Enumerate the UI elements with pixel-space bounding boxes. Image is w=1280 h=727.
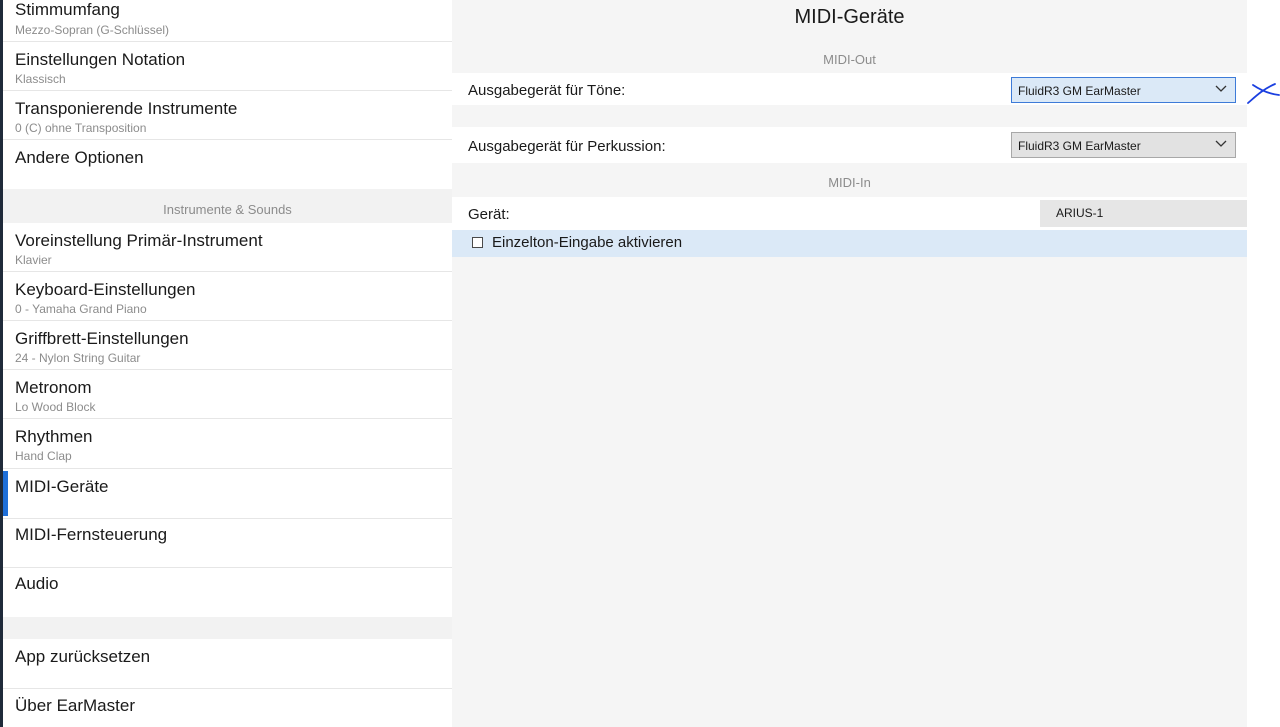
- sidebar-item-title: App zurücksetzen: [15, 647, 151, 666]
- sidebar-item-title: MIDI-Fernsteuerung: [15, 525, 168, 544]
- percussion-output-label: Ausgabegerät für Perkussion:: [468, 138, 666, 155]
- percussion-output-value: FluidR3 GM EarMaster: [1018, 139, 1141, 153]
- sidebar-item-andere-optionen[interactable]: Andere Optionen: [3, 140, 452, 189]
- chevron-down-icon: [1215, 140, 1227, 147]
- single-note-checkbox[interactable]: [472, 237, 483, 248]
- settings-sidebar: Stimmumfang Mezzo-Sopran (G-Schlüssel) E…: [3, 0, 452, 727]
- sidebar-item-midi-geraete[interactable]: MIDI-Geräte: [3, 469, 452, 519]
- sidebar-item-app-zuruecksetzen[interactable]: App zurücksetzen: [3, 639, 452, 689]
- sidebar-item-transponierende-instrumente[interactable]: Transponierende Instrumente 0 (C) ohne T…: [3, 91, 452, 140]
- sidebar-item-subtitle: Hand Clap: [15, 449, 72, 463]
- sidebar-item-subtitle: Klassisch: [15, 72, 66, 86]
- section-title-midi-out: MIDI-Out: [823, 52, 876, 67]
- right-margin: [1247, 0, 1280, 727]
- sidebar-item-metronom[interactable]: Metronom Lo Wood Block: [3, 370, 452, 419]
- input-device-value: ARIUS-1: [1056, 206, 1104, 220]
- single-note-label: Einzelton-Eingabe aktivieren: [492, 234, 683, 251]
- section-spacer: [3, 617, 452, 639]
- tone-output-value: FluidR3 GM EarMaster: [1018, 84, 1141, 98]
- section-title-instrumente-sounds: Instrumente & Sounds: [163, 202, 292, 217]
- sidebar-item-subtitle: Mezzo-Sopran (G-Schlüssel): [15, 23, 170, 37]
- tone-output-label: Ausgabegerät für Töne:: [468, 82, 626, 99]
- sidebar-item-ueber-earmaster[interactable]: Über EarMaster: [3, 689, 452, 727]
- sidebar-item-title: Metronom: [15, 378, 92, 397]
- sidebar-item-voreinstellung-primaer-instrument[interactable]: Voreinstellung Primär-Instrument Klavier: [3, 223, 452, 272]
- sidebar-item-subtitle: 24 - Nylon String Guitar: [15, 351, 141, 365]
- sidebar-item-title: Audio: [15, 574, 59, 593]
- section-title-midi-in: MIDI-In: [828, 175, 871, 190]
- page-title: MIDI-Geräte: [794, 6, 905, 28]
- percussion-output-select[interactable]: FluidR3 GM EarMaster: [1011, 132, 1236, 158]
- sidebar-item-einstellungen-notation[interactable]: Einstellungen Notation Klassisch: [3, 42, 452, 91]
- section-header: Instrumente & Sounds: [3, 189, 452, 223]
- chevron-down-icon: [1215, 85, 1227, 92]
- sidebar-item-title: Voreinstellung Primär-Instrument: [15, 231, 263, 250]
- sidebar-item-audio[interactable]: Audio: [3, 568, 452, 617]
- sidebar-item-subtitle: Lo Wood Block: [15, 400, 96, 414]
- sidebar-item-stimmumfang[interactable]: Stimmumfang Mezzo-Sopran (G-Schlüssel): [3, 0, 452, 42]
- midi-devices-panel: MIDI-Geräte MIDI-Out Ausgabegerät für Tö…: [452, 0, 1247, 727]
- sidebar-item-griffbrett-einstellungen[interactable]: Griffbrett-Einstellungen 24 - Nylon Stri…: [3, 321, 452, 370]
- tone-output-select[interactable]: FluidR3 GM EarMaster: [1011, 77, 1236, 103]
- input-device-field[interactable]: ARIUS-1: [1040, 200, 1247, 227]
- sidebar-item-title: MIDI-Geräte: [15, 477, 109, 496]
- sidebar-item-title: Stimmumfang: [15, 0, 120, 19]
- input-device-row: Gerät: ARIUS-1: [452, 197, 1247, 230]
- sidebar-item-title: Über EarMaster: [15, 696, 135, 715]
- sidebar-item-keyboard-einstellungen[interactable]: Keyboard-Einstellungen 0 - Yamaha Grand …: [3, 272, 452, 321]
- selection-indicator: [3, 471, 8, 516]
- sidebar-item-subtitle: 0 - Yamaha Grand Piano: [15, 302, 147, 316]
- sidebar-item-rhythmen[interactable]: Rhythmen Hand Clap: [3, 419, 452, 469]
- sidebar-item-midi-fernsteuerung[interactable]: MIDI-Fernsteuerung: [3, 519, 452, 568]
- sidebar-item-title: Einstellungen Notation: [15, 50, 186, 69]
- sidebar-item-title: Andere Optionen: [15, 148, 144, 167]
- annotation-mark-icon: [1247, 83, 1280, 104]
- single-note-input-toggle[interactable]: Einzelton-Eingabe aktivieren: [452, 230, 1247, 257]
- percussion-output-row: Ausgabegerät für Perkussion: FluidR3 GM …: [452, 127, 1247, 163]
- tone-output-row: Ausgabegerät für Töne: FluidR3 GM EarMas…: [452, 73, 1247, 105]
- sidebar-item-title: Rhythmen: [15, 427, 93, 446]
- sidebar-item-subtitle: Klavier: [15, 253, 52, 267]
- sidebar-item-title: Transponierende Instrumente: [15, 99, 238, 118]
- sidebar-item-subtitle: 0 (C) ohne Transposition: [15, 121, 147, 135]
- input-device-label: Gerät:: [468, 206, 510, 223]
- sidebar-item-title: Keyboard-Einstellungen: [15, 280, 196, 299]
- sidebar-item-title: Griffbrett-Einstellungen: [15, 329, 189, 348]
